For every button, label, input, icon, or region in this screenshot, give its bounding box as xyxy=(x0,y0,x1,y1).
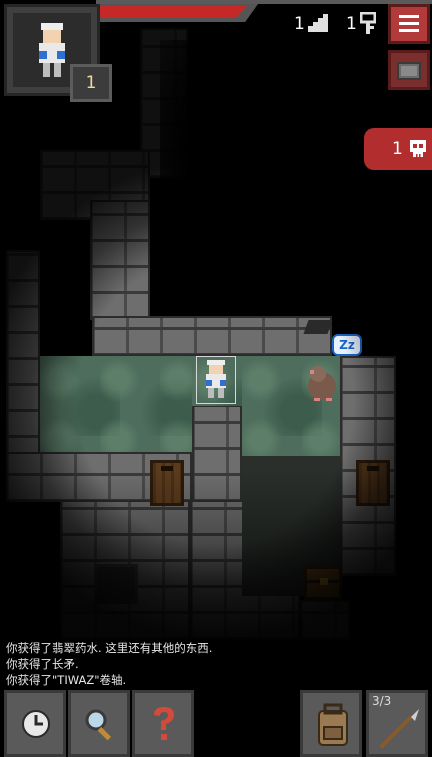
quickslot-uses: 3/3 xyxy=(372,694,392,708)
hero-sprite[interactable] xyxy=(196,356,236,404)
key-icon xyxy=(360,12,376,34)
backpack-icon xyxy=(318,703,348,746)
journal-button[interactable] xyxy=(388,50,430,90)
dungeon-door[interactable] xyxy=(356,460,390,506)
status-bar-frame xyxy=(96,0,432,4)
dungeon-wall xyxy=(90,200,150,320)
hero-level-badge: 1 xyxy=(70,64,112,102)
inventory-button[interactable] xyxy=(300,690,362,757)
wait-button[interactable] xyxy=(4,690,66,757)
bookshelf xyxy=(94,564,138,604)
log-line: 你获得了长矛. xyxy=(6,657,79,671)
game-viewport[interactable]: Zz 1 1 1 1 你获得了翡翠药水. 这里还有其他的东西. 你获得了长矛. … xyxy=(0,0,432,757)
dungeon-wall xyxy=(92,316,332,356)
menu-icon xyxy=(399,15,419,36)
hp-bar xyxy=(100,6,247,18)
dungeon-floor[interactable] xyxy=(40,356,192,452)
skull-icon xyxy=(410,140,426,157)
depth-value: 1 xyxy=(294,14,305,34)
treasure-chest[interactable] xyxy=(304,566,342,600)
danger-indicator[interactable]: 1 xyxy=(364,128,432,170)
keys-value: 1 xyxy=(346,14,357,34)
spear-icon xyxy=(379,709,419,749)
wait-icon xyxy=(22,710,50,738)
dungeon-wall xyxy=(192,405,242,502)
log-line: 你获得了"TIWAZ"卷轴. xyxy=(6,673,127,687)
examine-button[interactable] xyxy=(132,690,194,757)
search-icon xyxy=(85,709,112,741)
cobweb-decoration xyxy=(303,320,333,334)
journal-icon xyxy=(397,62,421,80)
search-button[interactable] xyxy=(68,690,130,757)
message-log: 你获得了翡翠药水. 这里还有其他的东西. 你获得了长矛. 你获得了"TIWAZ"… xyxy=(6,640,426,688)
log-line: 你获得了翡翠药水. 这里还有其他的东西. xyxy=(6,641,213,655)
examine-icon xyxy=(154,707,174,740)
danger-count: 1 xyxy=(392,139,403,159)
fog-of-war xyxy=(160,40,420,310)
stairs-icon xyxy=(308,14,328,32)
marsupial-rat-sprite[interactable] xyxy=(304,362,340,402)
dungeon-door[interactable] xyxy=(150,460,184,506)
menu-button[interactable] xyxy=(388,4,430,44)
sleep-indicator: Zz xyxy=(332,334,362,356)
dungeon-wall xyxy=(300,600,350,640)
